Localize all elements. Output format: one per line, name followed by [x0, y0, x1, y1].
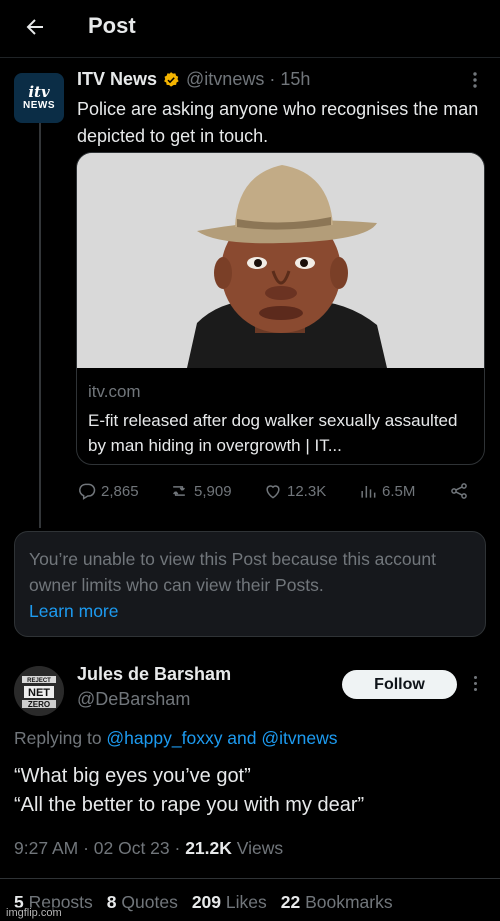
arrow-left-icon — [26, 19, 43, 35]
replying-to: Replying to @happy_foxxy and @itvnews — [14, 728, 338, 749]
divider — [0, 878, 500, 879]
views-label: Views — [231, 838, 284, 858]
card-domain: itv.com — [88, 382, 141, 401]
avatar-logo-subtext: NEWS — [23, 100, 55, 111]
tweet-actions: 2,865 5,909 12.3K 6.5M — [77, 481, 487, 505]
share-action[interactable] — [449, 481, 473, 501]
repost-icon — [173, 486, 185, 496]
svg-text:REJECT: REJECT — [27, 678, 51, 684]
post-meta: 9:27 AM · 02 Oct 23 · 21.2K Views — [14, 838, 283, 859]
author-name[interactable]: ITV News — [77, 69, 157, 90]
notice-text: You’re unable to view this Post because … — [29, 549, 436, 595]
top-bar: Post — [0, 0, 500, 58]
repost-count: 5,909 — [194, 482, 232, 500]
back-button[interactable] — [20, 12, 50, 42]
views-action[interactable]: 6.5M — [358, 481, 415, 501]
post-timestamp[interactable]: 9:27 AM · 02 Oct 23 · — [14, 838, 185, 858]
likes-stat[interactable]: 209 Likes — [192, 892, 267, 912]
card-image — [77, 153, 484, 368]
heart-icon — [266, 485, 280, 499]
more-options-icon[interactable] — [470, 70, 480, 90]
avatar-logo-text: itv — [28, 83, 50, 101]
reply-author-handle[interactable]: @DeBarsham — [77, 689, 190, 710]
follow-button[interactable]: Follow — [342, 670, 457, 699]
bookmarks-stat[interactable]: 22 Bookmarks — [281, 892, 393, 912]
engagement-stats: 5 Reposts 8 Quotes 209 Likes 22 Bookmarks — [14, 892, 393, 913]
page-title: Post — [88, 13, 136, 38]
reply-text-line-1: “What big eyes you’ve got” — [14, 765, 251, 787]
replying-mentions[interactable]: @happy_foxxy and @itvnews — [106, 728, 337, 748]
share-icon — [451, 483, 467, 499]
verified-badge-icon — [164, 71, 179, 87]
link-card[interactable]: itv.com E-fit released after dog walker … — [76, 152, 485, 465]
watermark: imgflip.com — [4, 907, 64, 919]
reply-count: 2,865 — [101, 482, 139, 500]
repost-action[interactable]: 5,909 — [168, 481, 232, 501]
replying-prefix: Replying to — [14, 728, 107, 748]
reply-author-name[interactable]: Jules de Barsham — [77, 664, 231, 685]
views-count: 6.5M — [382, 482, 416, 500]
svg-text:NET: NET — [28, 687, 50, 699]
avatar-itv-news[interactable]: itv NEWS — [14, 73, 64, 123]
comment-icon — [79, 483, 96, 500]
views-count: 21.2K — [185, 838, 232, 858]
learn-more-link[interactable]: Learn more — [29, 598, 471, 624]
views-chart-icon — [361, 486, 376, 498]
restricted-post-notice: You’re unable to view this Post because … — [14, 531, 486, 637]
more-options-icon[interactable] — [470, 676, 480, 694]
reply-action[interactable]: 2,865 — [77, 481, 139, 501]
reply-text: “What big eyes you’ve got” “All the bett… — [14, 762, 484, 820]
like-action[interactable]: 12.3K — [263, 481, 326, 501]
tweet-text: Police are asking anyone who recognises … — [77, 99, 479, 146]
tweet-header: ITV News @itvnews · 15h — [77, 69, 310, 90]
svg-text:ZERO: ZERO — [28, 700, 50, 709]
thread-line — [39, 118, 41, 528]
avatar-jules[interactable]: REJECT NET ZERO — [14, 666, 64, 716]
author-handle-time: @itvnews · 15h — [186, 69, 311, 89]
reply-text-line-2: “All the better to rape you with my dear… — [14, 794, 365, 816]
like-count: 12.3K — [287, 482, 327, 500]
quotes-stat[interactable]: 8 Quotes — [107, 892, 178, 912]
card-title: E-fit released after dog walker sexually… — [88, 411, 458, 455]
